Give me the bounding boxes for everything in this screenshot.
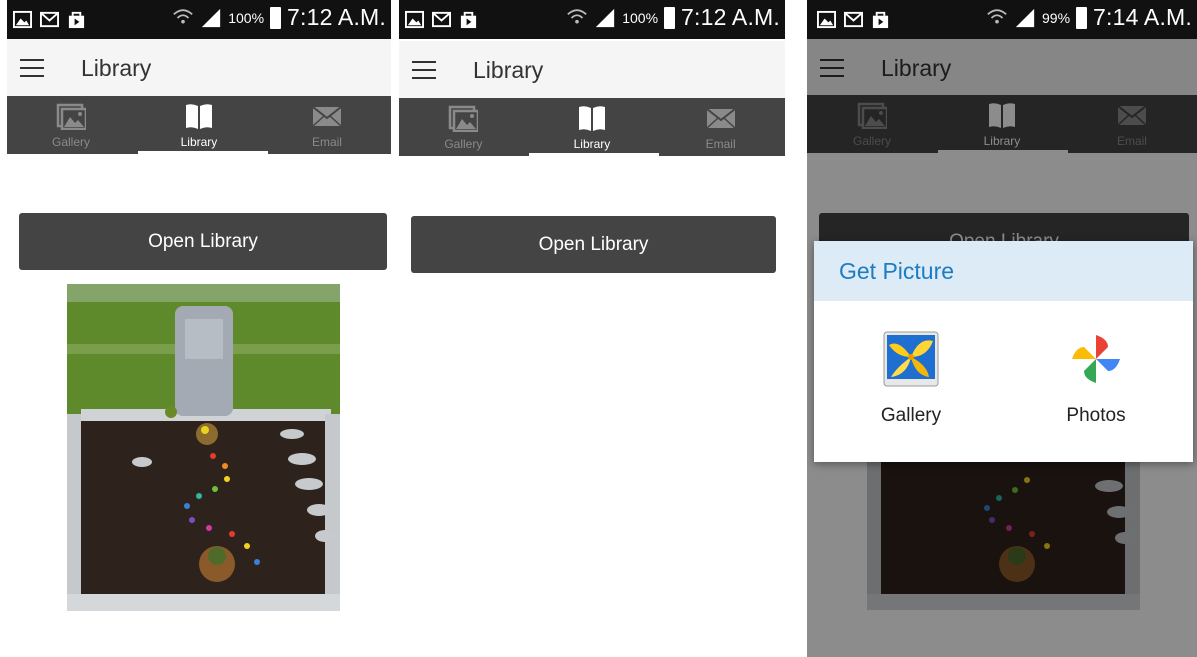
app-option-label: Gallery [880, 405, 942, 426]
menu-icon[interactable] [412, 61, 436, 79]
tab-gallery[interactable]: Gallery [7, 96, 135, 154]
battery-percent: 100% [622, 9, 659, 26]
gallery-app-icon [883, 331, 939, 387]
cell-signal-icon [596, 8, 615, 27]
tab-gallery[interactable]: Gallery [399, 98, 528, 156]
tab-indicator [138, 151, 268, 154]
email-icon [312, 106, 342, 127]
wifi-signal-icon [567, 8, 587, 23]
tab-label: Gallery [51, 135, 90, 149]
wifi-signal-icon [173, 8, 193, 23]
phone-screen-2: 100% 7:12 A.M. Library Gallery Library E… [399, 0, 785, 657]
app-bar: Library [7, 39, 391, 96]
tab-label: Library [573, 137, 611, 151]
gallery-icon [449, 105, 479, 132]
battery-percent: 100% [228, 9, 265, 26]
cell-signal-icon [202, 8, 221, 27]
book-icon [578, 106, 605, 131]
open-library-button[interactable]: Open Library [411, 216, 776, 273]
status-bar: 100% 7:12 A.M. [7, 0, 391, 39]
get-picture-dialog: Get Picture Gallery Photos [814, 241, 1193, 462]
mail-notification-icon [40, 11, 59, 28]
app-option-label: Photos [1066, 405, 1126, 426]
email-icon [705, 108, 736, 129]
tab-library[interactable]: Library [135, 96, 263, 154]
tab-label: Library [180, 135, 218, 149]
phone-screen-1: 100% 7:12 A.M. Library Gallery Library E… [7, 0, 391, 657]
photos-app-icon [1072, 335, 1120, 383]
tab-email[interactable]: Email [263, 96, 391, 154]
image-notification-icon [405, 10, 424, 29]
menu-icon[interactable] [20, 59, 44, 77]
store-notification-icon [460, 11, 477, 29]
page-title: Library [81, 55, 152, 81]
dialog-title: Get Picture [814, 241, 1193, 301]
gravesite-photo [67, 284, 340, 611]
wifi-signal-icon [987, 8, 1007, 23]
tab-bar: Gallery Library Email [399, 98, 785, 156]
clock-time: 7:12 A.M. [681, 4, 780, 30]
mail-notification-icon [432, 11, 451, 28]
gallery-icon [56, 103, 86, 130]
tab-label: Email [705, 137, 736, 151]
tab-bar: Gallery Library Email [7, 96, 391, 154]
status-bar: 100% 7:12 A.M. [399, 0, 785, 39]
store-notification-icon [872, 11, 889, 29]
battery-icon [664, 6, 676, 29]
image-notification-icon [13, 10, 32, 29]
mail-notification-icon [844, 11, 863, 28]
status-bar: 99% 7:14 A.M. [807, 0, 1197, 39]
book-icon [185, 104, 212, 129]
clock-time: 7:12 A.M. [287, 4, 386, 30]
gallery-app-option[interactable]: Gallery [851, 331, 971, 427]
battery-icon [270, 6, 282, 29]
page-title: Library [473, 57, 544, 83]
tab-label: Gallery [444, 137, 483, 151]
phone-screen-3: 99% 7:14 A.M. Library Gallery Library Em… [807, 0, 1197, 657]
image-notification-icon [817, 10, 836, 29]
open-library-button[interactable]: Open Library [19, 213, 387, 270]
battery-percent: 99% [1042, 9, 1071, 26]
tab-library[interactable]: Library [528, 98, 657, 156]
cell-signal-icon [1015, 8, 1035, 27]
tab-indicator [529, 153, 659, 156]
store-notification-icon [68, 11, 85, 29]
battery-icon [1076, 6, 1088, 29]
app-bar: Library [399, 41, 785, 98]
tab-label: Email [311, 135, 342, 149]
clock-time: 7:14 A.M. [1093, 4, 1192, 30]
tab-email[interactable]: Email [656, 98, 785, 156]
photos-app-option[interactable]: Photos [1036, 331, 1156, 427]
